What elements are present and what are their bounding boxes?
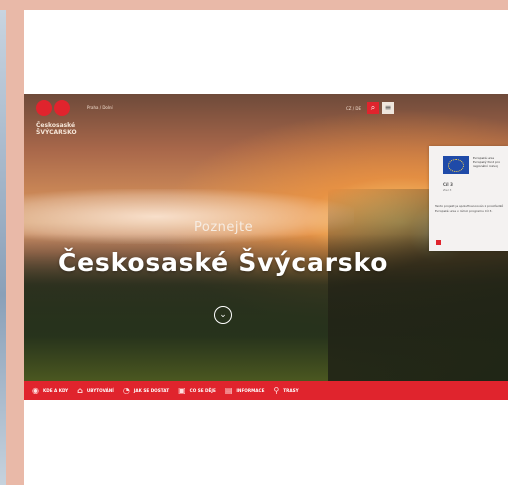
hero-subtitle: Poznejte (194, 220, 254, 235)
nav-item-jak-se-dostat[interactable]: ◔ JAK SE DOSTAT (122, 385, 170, 395)
site-logo[interactable]: Českosaské ŠVÝCARSKO (32, 100, 92, 150)
bed-icon: ⌂ (77, 385, 83, 395)
language-switcher[interactable]: CZ / DE (346, 106, 361, 111)
map-pin-icon: ◉ (32, 385, 39, 395)
nav-item-label: UBYTOVÁNÍ (86, 388, 114, 393)
hamburger-icon: ≡ (384, 103, 392, 112)
nav-item-co-se-deje[interactable]: ▣ CO SE DĚJE (178, 385, 216, 395)
frame-right (508, 0, 516, 485)
website-viewport: Českosaské ŠVÝCARSKO Praha / Dolní CZ / … (24, 94, 508, 400)
nav-item-ubytovani[interactable]: ⌂ UBYTOVÁNÍ (77, 385, 114, 395)
nav-item-label: TRASY (283, 388, 299, 393)
eu-description: Tento projekt je spolufinancován z prost… (435, 204, 504, 213)
logo-dot-icon (36, 100, 52, 116)
hiker-icon: ⚲ (273, 385, 280, 395)
top-nav-link[interactable]: Praha / Dolní (87, 105, 113, 110)
info-icon: ▤ (224, 385, 233, 395)
eu-flag-icon (443, 156, 469, 174)
nav-item-informace[interactable]: ▤ INFORMACE (224, 385, 265, 395)
eu-caption: Ziel 3 (443, 188, 452, 192)
menu-button[interactable]: ≡ (382, 102, 394, 114)
logo-dot-icon (54, 100, 70, 116)
hero-title: Českosaské Švýcarsko (58, 248, 389, 277)
nav-item-kde-a-kdy[interactable]: ◉ KDE A KDY (32, 385, 69, 395)
eu-close-button[interactable] (436, 240, 441, 245)
nav-item-label: KDE A KDY (42, 388, 69, 393)
calendar-icon: ▣ (178, 385, 186, 395)
eu-heading: Evropská unie Evropský fond pro regionál… (473, 156, 501, 168)
scroll-down-button[interactable]: ⌄ (214, 306, 232, 324)
nav-item-label: JAK SE DOSTAT (133, 388, 170, 393)
nav-item-label: CO SE DĚJE (189, 388, 216, 393)
frame-left-edge (0, 10, 6, 485)
search-icon: ⌕ (370, 103, 376, 112)
frame-top (0, 0, 516, 10)
eu-stars-icon (448, 159, 464, 172)
logo-line-2: ŠVÝCARSKO (36, 129, 77, 136)
logo-line-1: Českosaské (36, 122, 76, 129)
logo-text: Českosaské ŠVÝCARSKO (36, 122, 96, 136)
nav-item-label: INFORMACE (236, 388, 265, 393)
eu-program-label: Cíl 3 (443, 182, 453, 187)
nav-item-trasy[interactable]: ⚲ TRASY (273, 385, 299, 395)
car-icon: ◔ (122, 385, 130, 395)
chevron-down-icon: ⌄ (219, 310, 227, 320)
bottom-nav: ◉ KDE A KDY ⌂ UBYTOVÁNÍ ◔ JAK SE DOSTAT … (24, 381, 508, 400)
search-button[interactable]: ⌕ (367, 102, 379, 114)
eu-banner: Evropská unie Evropský fond pro regionál… (429, 146, 508, 251)
